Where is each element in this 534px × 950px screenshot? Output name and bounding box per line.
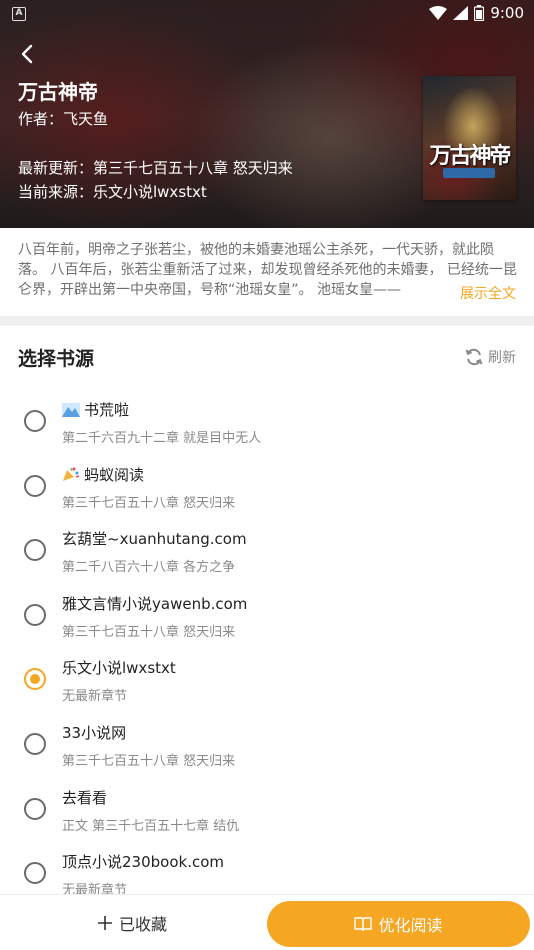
section-divider bbox=[0, 316, 534, 326]
book-header: A 9:00 万古神帝 作者：飞天鱼 最新更新：第三千七百五十八章 怒天归来 当… bbox=[0, 0, 534, 228]
radio-button[interactable] bbox=[24, 603, 46, 626]
expand-full-text-link[interactable]: 展示全文 bbox=[430, 284, 516, 304]
back-arrow-icon[interactable] bbox=[16, 42, 40, 66]
refresh-button[interactable]: 刷新 bbox=[464, 347, 516, 367]
refresh-label: 刷新 bbox=[488, 350, 516, 366]
source-row[interactable]: 玄葫堂~xuanhutang.com 第二千八百六十八章 各方之争 bbox=[0, 517, 534, 582]
source-name: 去看看 bbox=[62, 788, 108, 807]
cover-title: 万古神帝 bbox=[429, 143, 511, 169]
source-chapter: 正文 第三千七百五十七章 结仇 bbox=[62, 818, 240, 834]
book-author: 作者：飞天鱼 bbox=[18, 110, 109, 128]
section-title: 选择书源 bbox=[18, 348, 95, 370]
radio-button[interactable] bbox=[24, 539, 46, 562]
mountain-emoji-icon bbox=[62, 402, 80, 417]
source-row[interactable]: 去看看 正文 第三千七百五十七章 结仇 bbox=[0, 776, 534, 841]
radio-button[interactable] bbox=[24, 410, 46, 432]
radio-button-checked[interactable] bbox=[24, 668, 46, 691]
current-source: 当前来源：乐文小说lwxstxt bbox=[18, 183, 207, 201]
source-name: 乐文小说lwxstxt bbox=[62, 659, 176, 678]
party-popper-emoji-icon bbox=[63, 467, 80, 482]
wifi-icon bbox=[429, 6, 448, 20]
status-bar: A 9:00 bbox=[0, 0, 534, 28]
app-notification-icon: A bbox=[12, 7, 26, 21]
book-icon bbox=[354, 917, 373, 932]
source-chapter: 第二千八百六十八章 各方之争 bbox=[62, 560, 236, 576]
source-chapter: 第三千七百五十八章 怒天归来 bbox=[62, 753, 236, 769]
status-time: 9:00 bbox=[490, 4, 524, 22]
status-icons: 9:00 bbox=[429, 4, 524, 22]
refresh-icon bbox=[465, 348, 483, 366]
collected-button[interactable]: 已收藏 bbox=[0, 895, 264, 950]
source-chapter: 第三千七百五十八章 怒天归来 bbox=[62, 624, 236, 640]
book-cover[interactable]: 万古神帝 bbox=[423, 76, 516, 200]
source-row[interactable]: 蚂蚁阅读 第三千七百五十八章 怒天归来 bbox=[0, 453, 534, 518]
signal-icon bbox=[453, 6, 469, 20]
bottom-bar: 已收藏 优化阅读 bbox=[0, 894, 534, 950]
optimized-read-label: 优化阅读 bbox=[378, 916, 443, 935]
source-row[interactable]: 雅文言情小说yawenb.com 第三千七百五十八章 怒天归来 bbox=[0, 582, 534, 647]
cover-badge bbox=[443, 168, 495, 178]
collected-label: 已收藏 bbox=[118, 915, 167, 934]
source-name: 33小说网 bbox=[62, 723, 127, 742]
source-row-selected[interactable]: 乐文小说lwxstxt 无最新章节 bbox=[0, 646, 534, 711]
radio-button[interactable] bbox=[24, 862, 46, 885]
optimized-read-button[interactable]: 优化阅读 bbox=[267, 901, 530, 947]
radio-button[interactable] bbox=[24, 474, 46, 497]
source-list: 书荒啦 第二千六百九十二章 就是目中无人 蚂蚁阅读 第三千七百五十八章 怒天归来… bbox=[0, 388, 534, 905]
latest-update: 最新更新：第三千七百五十八章 怒天归来 bbox=[18, 159, 293, 177]
plus-icon bbox=[97, 916, 112, 930]
source-name: 雅文言情小说yawenb.com bbox=[62, 594, 248, 613]
battery-icon bbox=[474, 5, 485, 21]
source-chapter: 第三千七百五十八章 怒天归来 bbox=[62, 495, 236, 511]
source-row[interactable]: 书荒啦 第二千六百九十二章 就是目中无人 bbox=[0, 388, 534, 453]
radio-button[interactable] bbox=[24, 732, 46, 755]
radio-button[interactable] bbox=[24, 797, 46, 820]
source-name: 玄葫堂~xuanhutang.com bbox=[62, 530, 247, 549]
source-chapter: 无最新章节 bbox=[62, 689, 128, 705]
source-row[interactable]: 33小说网 第三千七百五十八章 怒天归来 bbox=[0, 711, 534, 776]
source-name: 书荒啦 bbox=[84, 401, 130, 419]
source-chapter: 第二千六百九十二章 就是目中无人 bbox=[62, 431, 262, 446]
source-name: 蚂蚁阅读 bbox=[84, 465, 145, 484]
book-title: 万古神帝 bbox=[18, 80, 98, 104]
source-name: 顶点小说230book.com bbox=[62, 853, 224, 872]
